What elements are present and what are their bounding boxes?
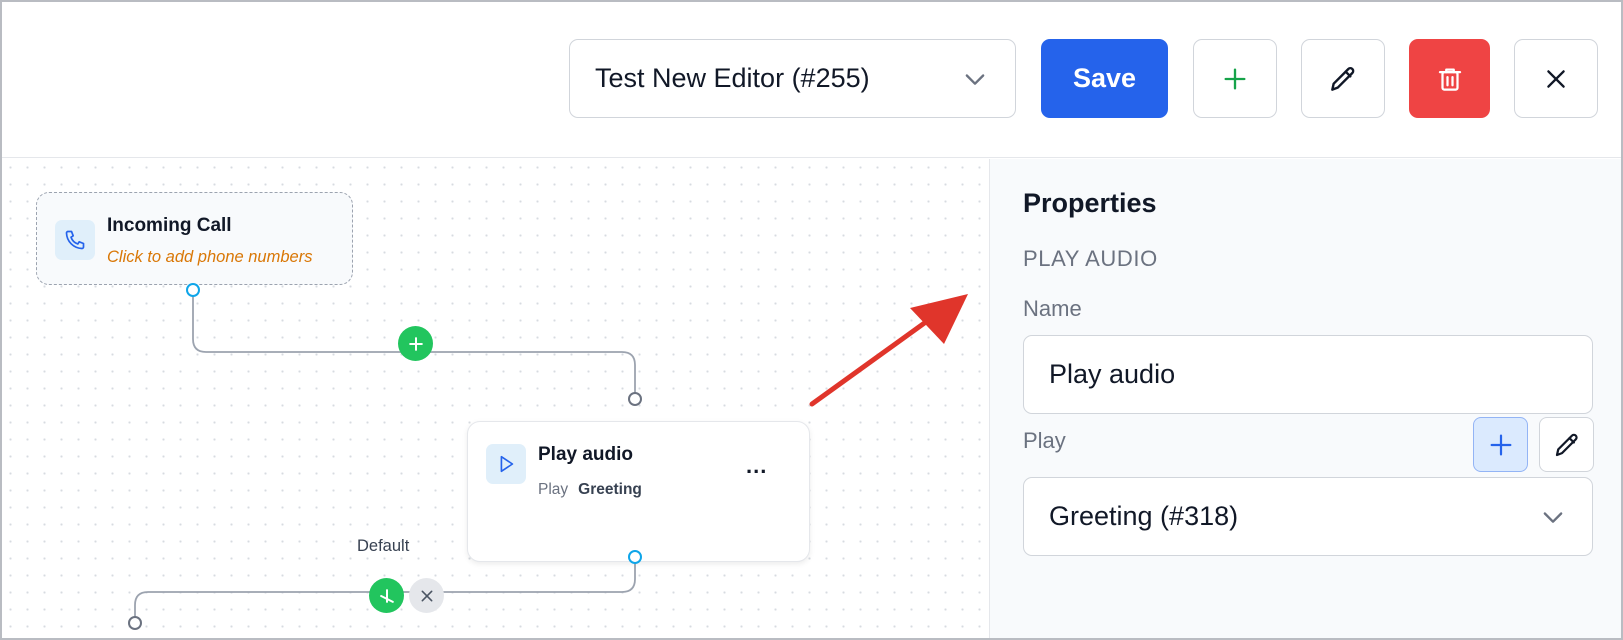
pencil-icon: [1331, 66, 1355, 91]
delete-button[interactable]: [1409, 39, 1490, 118]
play-icon-box: [486, 444, 526, 484]
close-icon: [1547, 69, 1565, 88]
add-audio-button[interactable]: [1473, 417, 1528, 472]
chevron-down-icon: [965, 73, 985, 85]
edit-audio-button[interactable]: [1539, 417, 1594, 472]
add-button[interactable]: [1193, 39, 1277, 118]
play-audio-select-value: Greeting (#318): [1049, 501, 1239, 531]
plus-icon: [1490, 434, 1511, 455]
plus-icon: [1224, 68, 1246, 90]
play-icon: [500, 455, 514, 473]
toolbar: Test New Editor (#255) Save: [2, 2, 1621, 158]
node-menu-button[interactable]: ...: [746, 455, 767, 477]
save-button[interactable]: Save: [1041, 39, 1168, 118]
play-audio-node[interactable]: Play audio Play Greeting ...: [467, 421, 810, 562]
next-input-handle[interactable]: [128, 616, 142, 630]
incoming-node-hint[interactable]: Click to add phone numbers: [107, 248, 312, 267]
annotation-arrow: [809, 294, 968, 407]
trash-icon: [1438, 68, 1461, 91]
chevron-down-icon: [1543, 511, 1563, 523]
add-default-node-button[interactable]: [369, 578, 404, 613]
edit-button[interactable]: [1301, 39, 1385, 118]
incoming-call-node[interactable]: Incoming Call Click to add phone numbers: [36, 192, 353, 285]
phone-icon-box: [55, 220, 95, 260]
play-node-summary: Play Greeting: [538, 481, 642, 499]
plus-icon: [408, 336, 423, 351]
panel-title: Properties: [1023, 188, 1157, 218]
play-node-title: Play audio: [538, 444, 634, 465]
flow-select[interactable]: Test New Editor (#255): [569, 39, 1016, 118]
annotation-arrow-head: [910, 294, 968, 344]
pencil-icon: [1555, 433, 1578, 456]
play-label: Play: [1023, 428, 1066, 453]
name-input[interactable]: Play audio: [1023, 335, 1593, 414]
name-label: Name: [1023, 296, 1082, 321]
editor-window: Test New Editor (#255) Save Incoming Cal…: [0, 0, 1623, 640]
play-input-handle[interactable]: [628, 392, 642, 406]
plus-icon: [379, 588, 394, 603]
name-input-value: Play audio: [1049, 359, 1176, 389]
flow-select-value: Test New Editor (#255): [595, 63, 870, 93]
play-node-summary-value: Greeting: [578, 481, 642, 498]
close-icon: [421, 590, 432, 601]
play-audio-select[interactable]: Greeting (#318): [1023, 477, 1593, 556]
incoming-node-title: Incoming Call: [107, 215, 232, 236]
edge-label-default: Default: [357, 537, 410, 555]
panel-section-title: PLAY AUDIO: [1023, 246, 1158, 271]
play-node-summary-key: Play: [538, 481, 569, 498]
add-node-button[interactable]: [398, 326, 433, 361]
close-button[interactable]: [1514, 39, 1598, 118]
annotation-arrow-shaft: [809, 316, 933, 407]
incoming-output-handle[interactable]: [186, 283, 200, 297]
play-output-handle[interactable]: [628, 550, 642, 564]
phone-icon: [65, 230, 85, 250]
remove-edge-button[interactable]: [409, 578, 444, 613]
properties-panel: Properties PLAY AUDIO Name Play audio Pl…: [989, 159, 1621, 638]
